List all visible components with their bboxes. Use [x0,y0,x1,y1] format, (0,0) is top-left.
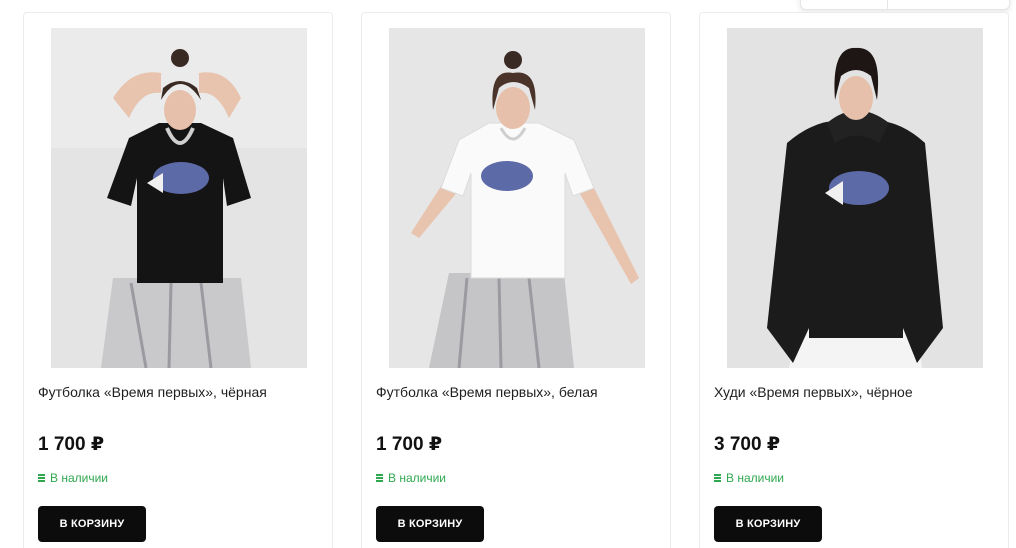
stock-status: В наличии [714,471,784,485]
product-title[interactable]: Футболка «Время первых», белая [376,383,598,401]
stock-label: В наличии [726,471,785,485]
add-to-cart-button[interactable]: В корзину [714,506,822,542]
panel-divider [887,0,888,10]
product-card[interactable]: Футболка «Время первых», чёрная 1 700 ₽ … [23,12,333,548]
product-image-white-tshirt[interactable] [389,28,645,368]
product-title[interactable]: Худи «Время первых», чёрное [714,383,913,401]
stock-status: В наличии [38,471,108,485]
product-photo [389,28,645,368]
stock-lines-icon [376,474,383,482]
product-price: 3 700 ₽ [714,434,781,455]
product-image-black-tshirt[interactable] [51,28,307,368]
stock-label: В наличии [388,471,447,485]
stock-label: В наличии [50,471,109,485]
header-dropdown-panel[interactable] [800,0,1010,10]
product-price: 1 700 ₽ [38,434,105,455]
product-card[interactable]: Худи «Время первых», чёрное 3 700 ₽ В на… [699,12,1009,548]
product-price: 1 700 ₽ [376,434,443,455]
product-photo [727,28,983,368]
product-photo [51,28,307,368]
product-title[interactable]: Футболка «Время первых», чёрная [38,383,267,401]
add-to-cart-button[interactable]: В корзину [376,506,484,542]
product-card[interactable]: Футболка «Время первых», белая 1 700 ₽ В… [361,12,671,548]
stock-lines-icon [714,474,721,482]
stock-lines-icon [38,474,45,482]
stock-status: В наличии [376,471,446,485]
product-image-black-hoodie[interactable] [727,28,983,368]
product-grid: Футболка «Время первых», чёрная 1 700 ₽ … [0,0,1016,548]
add-to-cart-button[interactable]: В корзину [38,506,146,542]
